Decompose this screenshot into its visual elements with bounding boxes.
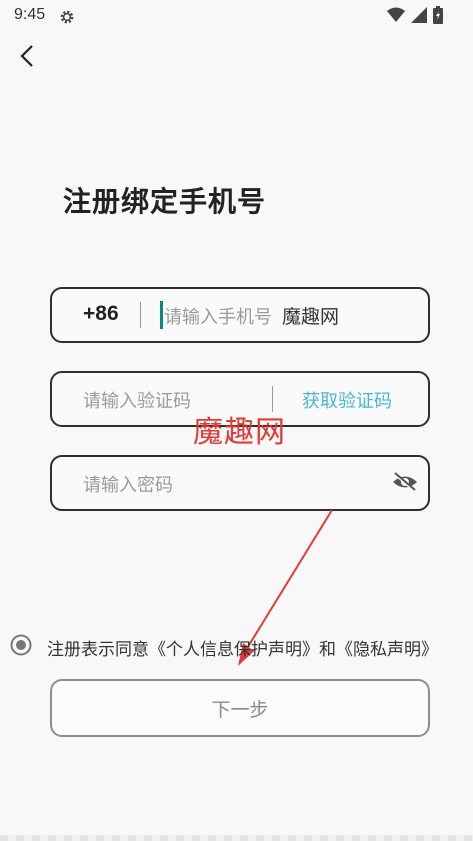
signal-icon: [411, 7, 427, 23]
eye-off-icon[interactable]: [392, 471, 418, 493]
system-icons: [387, 6, 443, 24]
phone-field[interactable]: +86 请输入手机号 魔趣网: [50, 287, 430, 343]
status-time: 9:45: [14, 6, 46, 23]
page-title: 注册绑定手机号: [63, 185, 267, 218]
divider: [140, 302, 141, 328]
country-code[interactable]: +86: [83, 302, 119, 326]
battery-icon: [433, 6, 443, 24]
status-bar: 9:45: [0, 0, 473, 32]
wifi-icon: [387, 7, 405, 22]
settings-gear-icon: [60, 10, 74, 24]
get-code-button[interactable]: 获取验证码: [302, 387, 392, 413]
back-arrow-icon[interactable]: [15, 42, 41, 70]
code-input[interactable]: 请输入验证码: [83, 387, 191, 413]
watermark-inline: 魔趣网: [282, 306, 340, 328]
text-cursor: [160, 301, 163, 329]
bottom-edge: [0, 835, 473, 841]
password-field[interactable]: 请输入密码: [50, 455, 430, 511]
agree-radio-icon[interactable]: [10, 634, 32, 656]
next-step-button[interactable]: 下一步: [50, 679, 430, 737]
agreement-text[interactable]: 注册表示同意《个人信息保护声明》和《隐私声明》: [47, 635, 438, 660]
phone-input[interactable]: 请输入手机号: [164, 303, 272, 329]
watermark-overlay: 魔趣网: [193, 415, 286, 450]
password-input[interactable]: 请输入密码: [83, 471, 173, 497]
